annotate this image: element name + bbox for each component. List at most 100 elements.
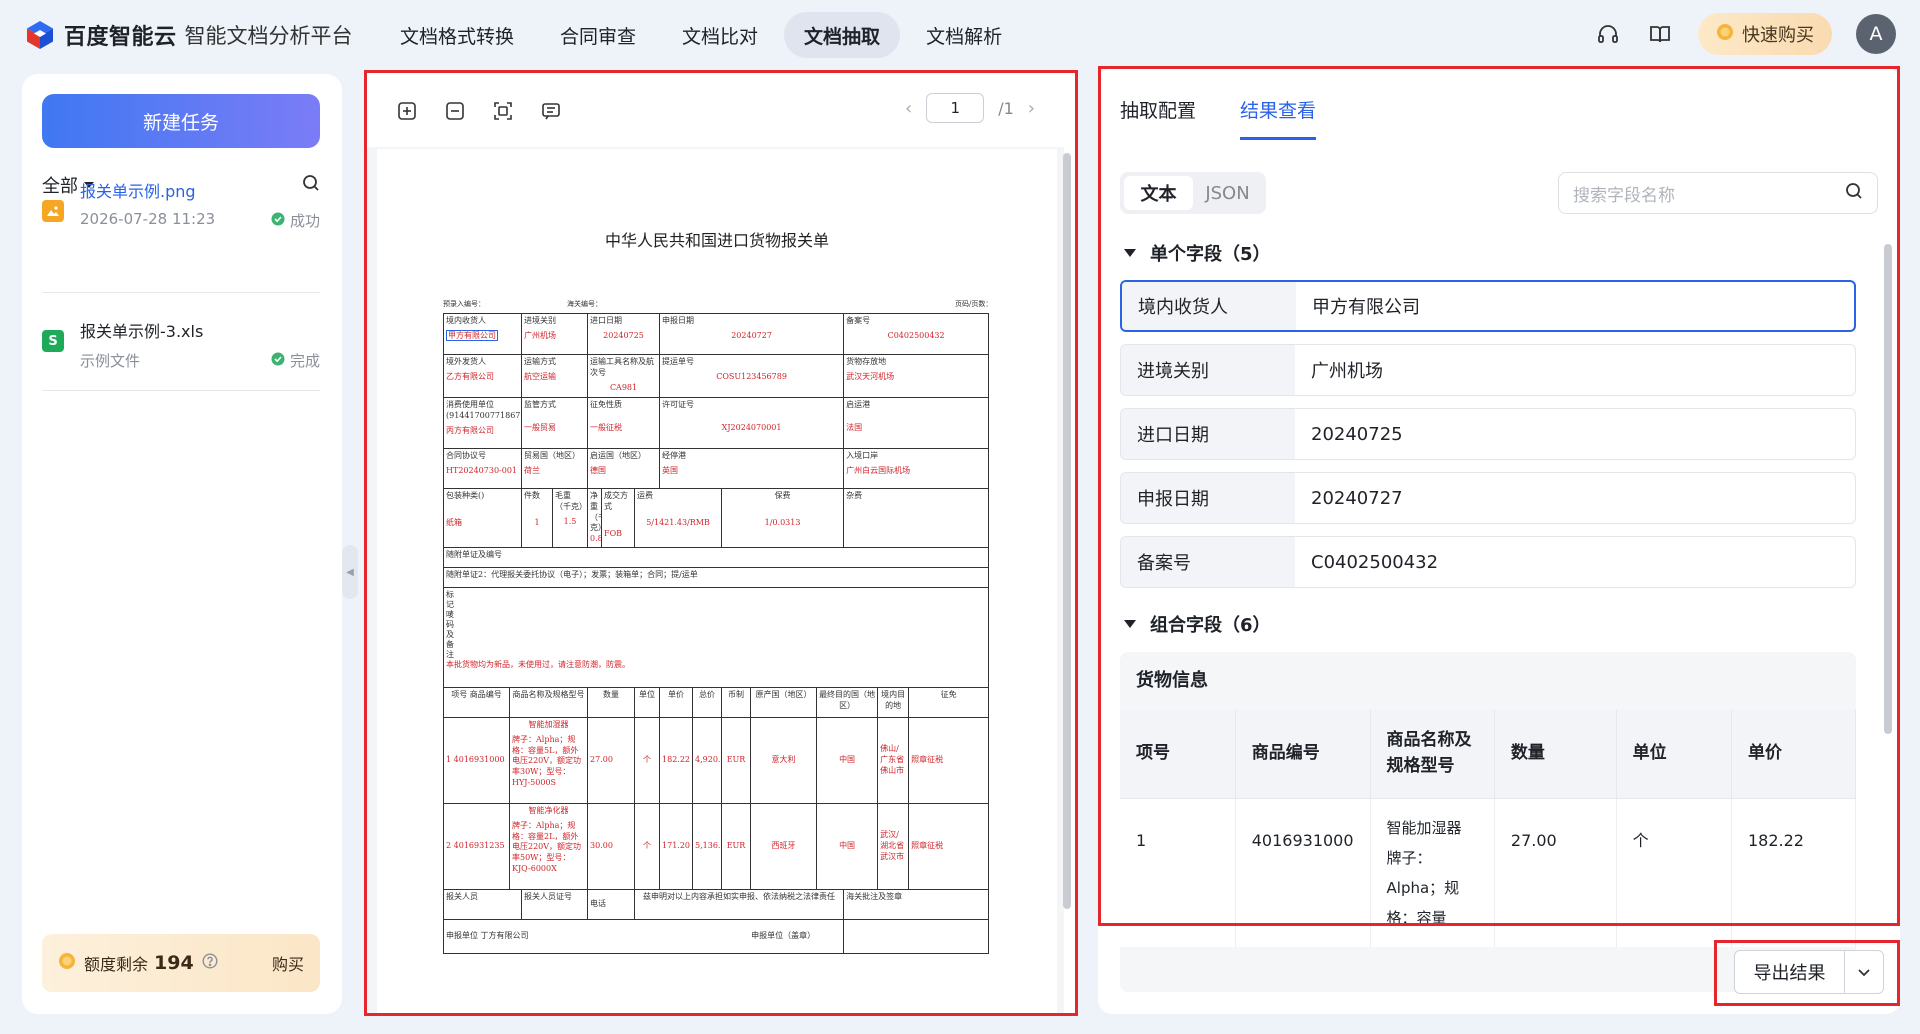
brand-name: 百度智能云: [64, 25, 177, 50]
form-value: COSU123456789: [716, 371, 787, 381]
field-value[interactable]: 20240727: [1295, 473, 1855, 523]
column-header: 数量: [1494, 710, 1617, 799]
document-page: 中华人民共和国进口货物报关单 预录入编号： 海关编号： 页码/页数： 境内收货人…: [377, 149, 1057, 1013]
zoom-out-icon[interactable]: [445, 101, 465, 125]
form-value: 1/0.0313: [764, 517, 801, 527]
quota-label: 额度剩余: [84, 955, 149, 974]
file-item-2[interactable]: S 报关单示例-3.xls 示例文件 完成: [42, 318, 320, 388]
chevron-down-icon[interactable]: [1845, 964, 1883, 980]
task-sidebar: 新建任务 全部 报关单示例.png 2026-07-28 11:23 成功 S …: [22, 74, 342, 1014]
goods-cell: 2: [446, 841, 452, 851]
column-header: 商品名称及规格型号: [1370, 710, 1495, 799]
field-row[interactable]: 进口日期 20240725: [1120, 408, 1856, 460]
form-label: 申报单位（盖章）: [751, 931, 816, 941]
chevron-left-icon: ◀: [346, 566, 354, 578]
quota-value: 194: [154, 952, 194, 974]
format-text-button[interactable]: 文本: [1124, 176, 1193, 210]
results-scrollbar[interactable]: [1884, 244, 1892, 734]
export-results-button[interactable]: 导出结果: [1734, 950, 1884, 994]
form-label: 报关人员证号: [524, 891, 572, 901]
coin-icon: [58, 952, 76, 974]
top-header: 百度智能云 智能文档分析平台 文档格式转换 合同审查 文档比对 文档抽取 文档解…: [0, 0, 1920, 70]
form-value: 法国: [846, 422, 863, 432]
headset-icon[interactable]: [1594, 20, 1622, 48]
field-value[interactable]: 甲方有限公司: [1296, 282, 1854, 330]
form-label: 海关批注及签章: [846, 891, 903, 901]
goods-header: 总价: [699, 689, 716, 699]
avatar[interactable]: A: [1856, 14, 1896, 54]
nav-doc-extract[interactable]: 文档抽取: [784, 12, 901, 58]
form-label: 毛重（千克）: [555, 491, 587, 511]
file-source: 示例文件: [80, 352, 141, 370]
tab-extract-config[interactable]: 抽取配置: [1120, 96, 1196, 140]
file-timestamp: 2026-07-28 11:23: [80, 210, 216, 228]
form-value: C0402500432: [887, 330, 945, 340]
form-value: 广州白云国际机场: [846, 465, 911, 475]
zoom-in-icon[interactable]: [397, 101, 417, 125]
form-value: XJ2024070001: [721, 422, 782, 432]
nav-doc-parse[interactable]: 文档解析: [906, 12, 1022, 58]
goods-cell: 5,136.00: [695, 841, 721, 851]
image-file-icon: [42, 200, 64, 222]
export-label[interactable]: 导出结果: [1735, 951, 1845, 993]
file-name: 报关单示例-3.xls: [80, 322, 204, 341]
comment-icon[interactable]: [541, 101, 561, 125]
goods-cell: 中国: [839, 841, 856, 851]
field-value[interactable]: 20240725: [1295, 409, 1855, 459]
form-value: 一般贸易: [524, 422, 556, 432]
field-row[interactable]: 境内收货人 甲方有限公司: [1120, 280, 1856, 332]
format-json-button[interactable]: JSON: [1193, 176, 1262, 210]
group-fields-header[interactable]: 组合字段（6）: [1124, 611, 1271, 637]
book-icon[interactable]: [1646, 20, 1674, 48]
form-value: 广州机场: [524, 330, 556, 340]
table-cell: 27.00: [1494, 798, 1617, 947]
document-viewer: ‹ 1 /1 › 中华人民共和国进口货物报关单 预录入编号： 海关编号： 页码/…: [364, 70, 1078, 1016]
form-value: 英国: [662, 465, 679, 475]
group-name: 货物信息: [1136, 670, 1208, 691]
nav-format-convert[interactable]: 文档格式转换: [380, 12, 534, 58]
field-value[interactable]: C0402500432: [1295, 537, 1855, 587]
nav-contract-review[interactable]: 合同审查: [540, 12, 656, 58]
goods-cell: 武汉/湖北省武汉市: [880, 830, 905, 861]
goods-cell: 27.00: [590, 755, 613, 765]
goods-header: 单位: [639, 689, 656, 699]
field-value[interactable]: 广州机场: [1295, 345, 1855, 395]
document-canvas[interactable]: 中华人民共和国进口货物报关单 预录入编号： 海关编号： 页码/页数： 境内收货人…: [367, 147, 1064, 1013]
viewer-scrollbar[interactable]: [1063, 153, 1071, 909]
single-fields-title: 单个字段（5）: [1150, 244, 1271, 265]
file-item-1[interactable]: 报关单示例.png 2026-07-28 11:23 成功: [42, 178, 320, 248]
form-label: 货物存放地: [846, 357, 887, 366]
table-cell: 182.22: [1731, 798, 1856, 947]
field-row[interactable]: 备案号 C0402500432: [1120, 536, 1856, 588]
main-nav: 文档格式转换 合同审查 文档比对 文档抽取 文档解析: [380, 12, 1022, 58]
logo[interactable]: 百度智能云 智能文档分析平台: [24, 18, 353, 52]
page-number-input[interactable]: 1: [926, 93, 985, 123]
new-task-button[interactable]: 新建任务: [42, 94, 320, 148]
goods-cell: 4016931235: [453, 841, 505, 851]
field-row[interactable]: 进境关别 广州机场: [1120, 344, 1856, 396]
goods-header: 币制: [728, 689, 745, 699]
quick-buy-button[interactable]: 快速购买: [1698, 13, 1832, 55]
search-icon[interactable]: [1845, 182, 1863, 205]
form-value: 0.8: [590, 534, 602, 544]
form-label: 征免性质: [590, 400, 623, 409]
collapse-sidebar-handle[interactable]: ◀: [342, 545, 358, 599]
table-row[interactable]: 1 4016931000 智能加湿器 牌子：Alpha；规格：容量 27.00 …: [1120, 798, 1856, 947]
caret-down-icon: [1124, 249, 1136, 257]
caret-down-icon: [1124, 620, 1136, 628]
column-header: 商品编号: [1235, 710, 1371, 799]
single-fields-header[interactable]: 单个字段（5）: [1124, 240, 1271, 266]
fit-screen-icon[interactable]: [493, 101, 513, 125]
form-value-selected[interactable]: 甲方有限公司: [446, 329, 498, 341]
chevron-right-icon[interactable]: ›: [1028, 98, 1035, 119]
nav-doc-compare[interactable]: 文档比对: [662, 12, 778, 58]
form-label: 许可证号: [662, 400, 695, 409]
tab-view-results[interactable]: 结果查看: [1240, 96, 1317, 140]
customs-form-table: 境内收货人 甲方有限公司 进境关别 广州机场 进口日期 20240725 申报日期 20…: [442, 313, 990, 954]
field-row[interactable]: 申报日期 20240727: [1120, 472, 1856, 524]
field-search-input[interactable]: 搜索字段名称: [1558, 172, 1878, 214]
chevron-left-icon[interactable]: ‹: [905, 98, 912, 119]
quota-buy-link[interactable]: 购买: [272, 951, 304, 975]
form-label: (91441700771867008Z): [446, 410, 521, 420]
help-icon[interactable]: [202, 953, 218, 973]
